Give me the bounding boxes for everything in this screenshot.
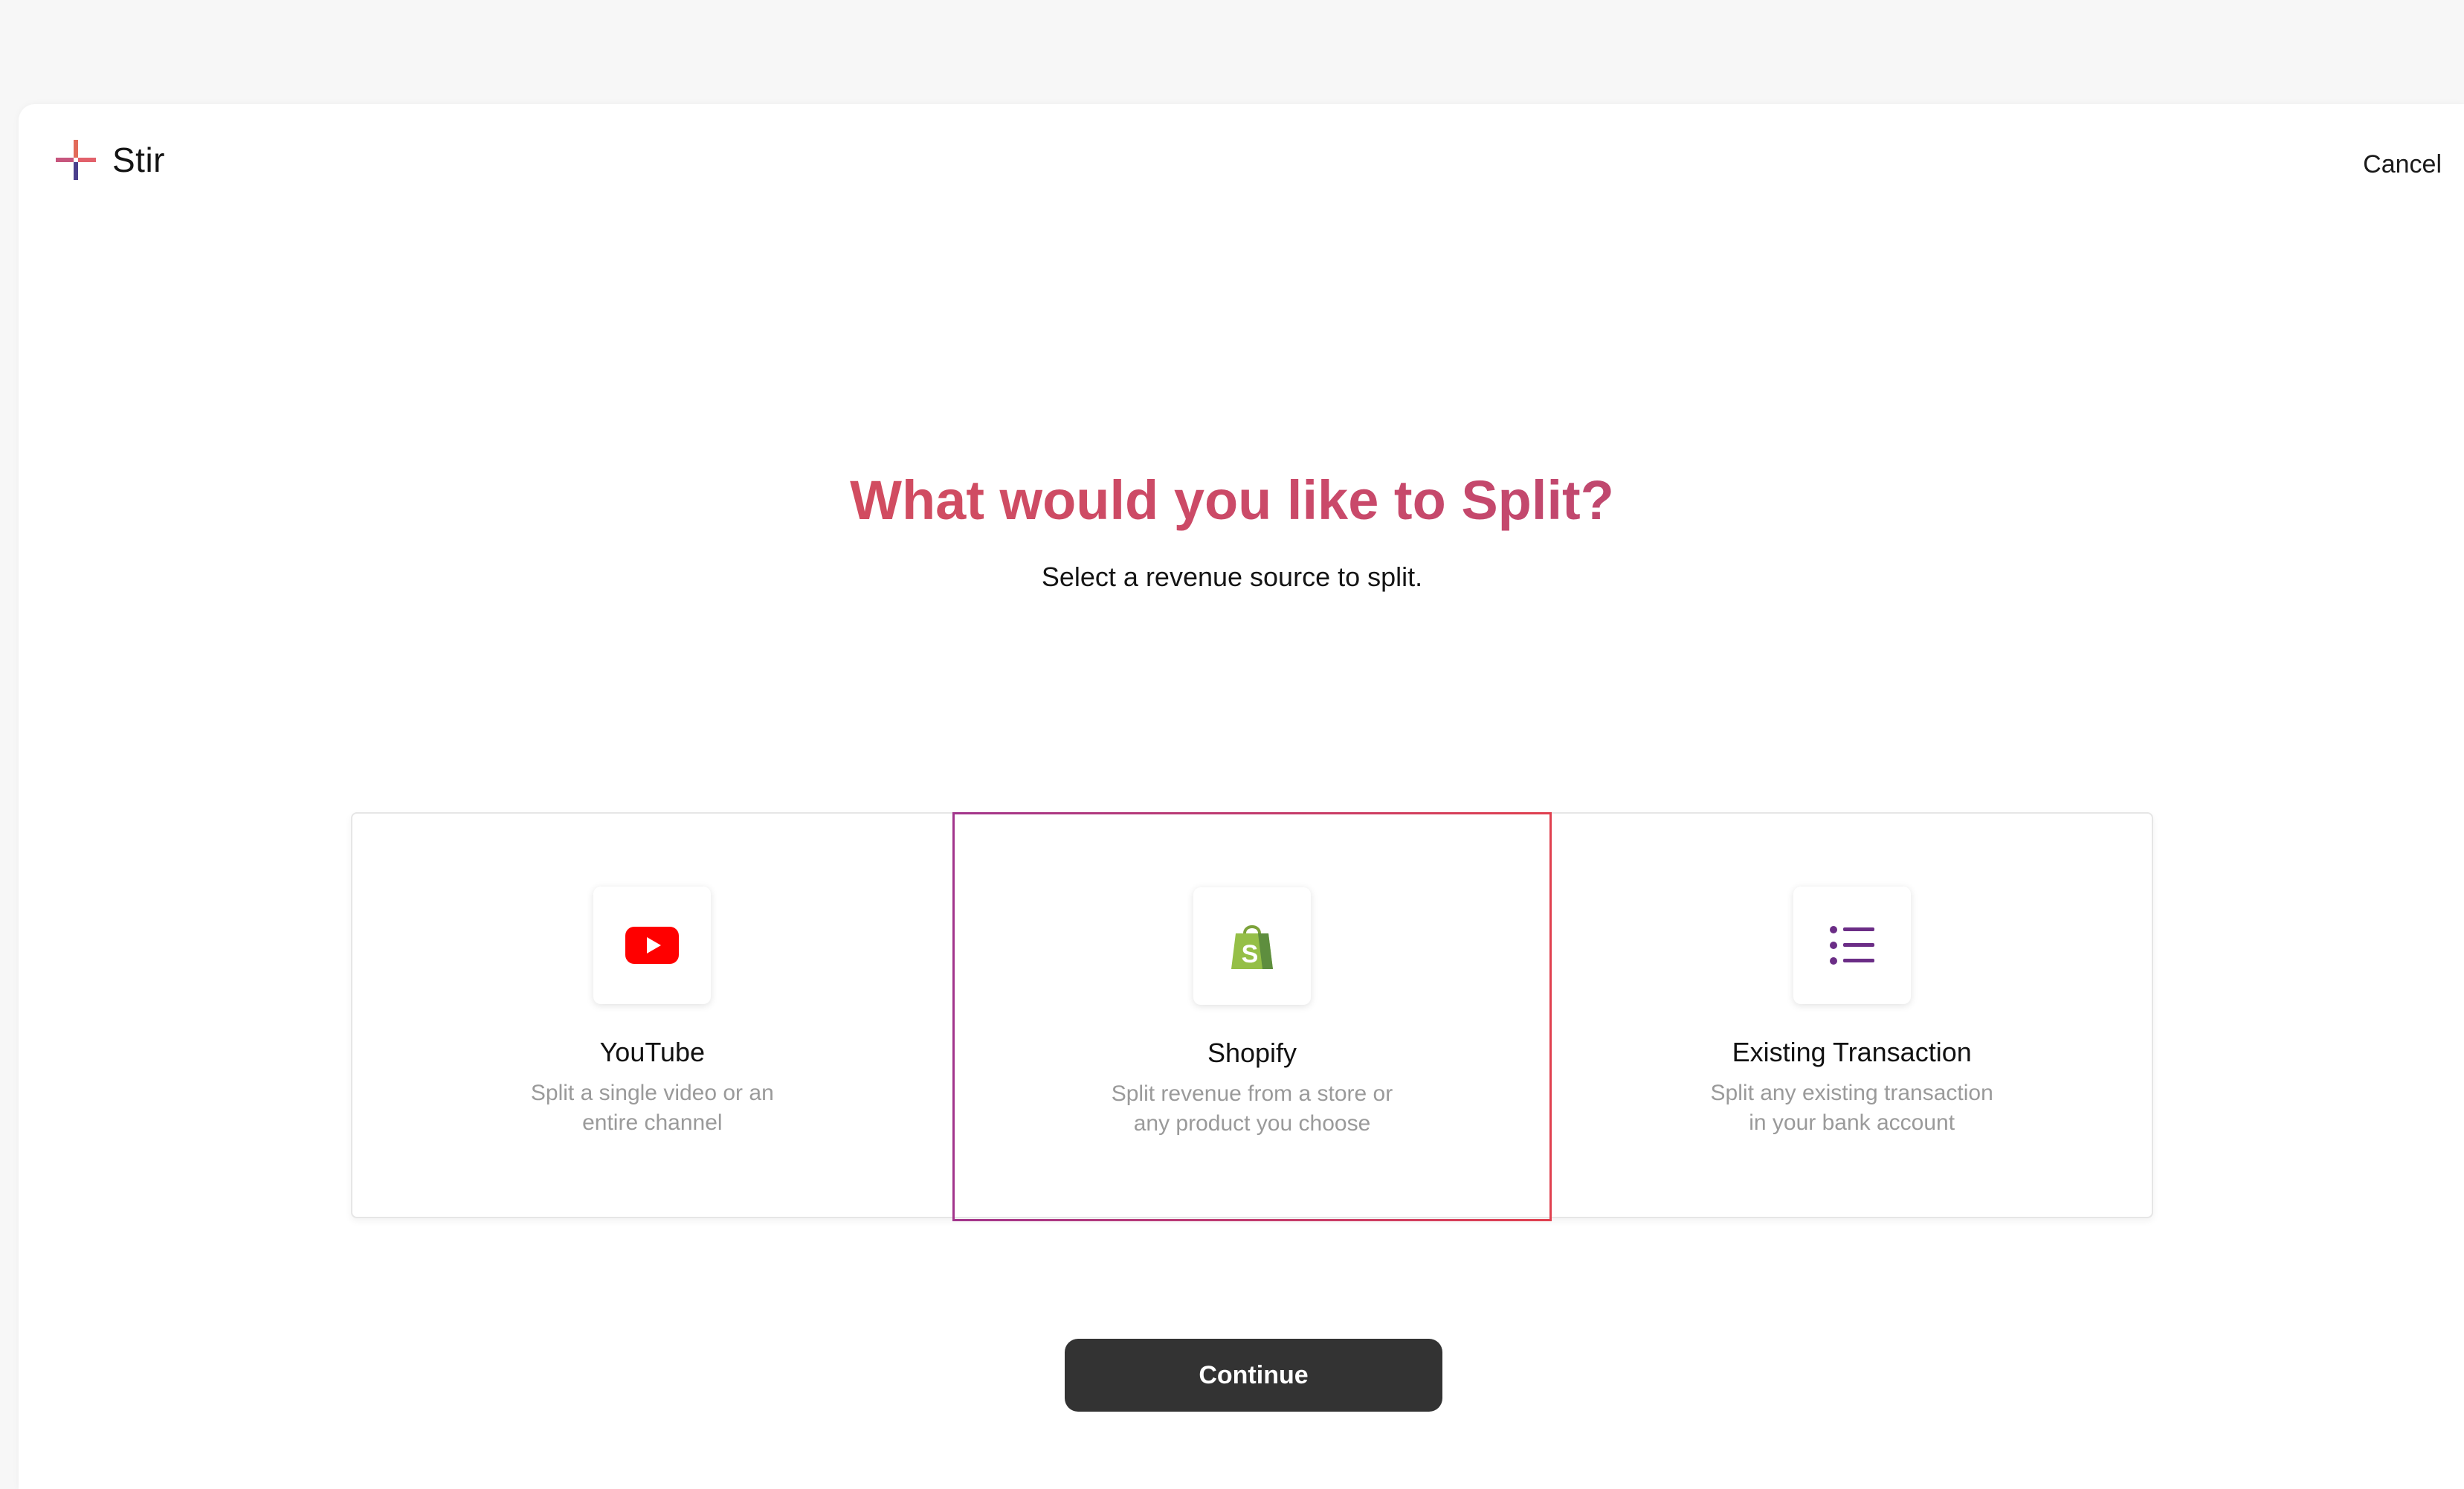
youtube-icon-box xyxy=(593,887,712,1004)
page-title: What would you like to Split? xyxy=(0,469,2464,532)
option-card-existing-transaction[interactable]: Existing Transaction Split any existing … xyxy=(1552,814,2152,1217)
option-description: Split any existing transaction in your b… xyxy=(1710,1081,1993,1135)
option-card-shopify[interactable]: S Shopify Split revenue from a store or … xyxy=(952,812,1552,1221)
shopify-icon-box: S xyxy=(1193,887,1311,1005)
youtube-icon xyxy=(625,927,680,964)
revenue-source-options: YouTube Split a single video or an entir… xyxy=(351,812,2153,1221)
svg-text:S: S xyxy=(1242,940,1259,968)
option-title: YouTube xyxy=(599,1037,706,1067)
continue-button[interactable]: Continue xyxy=(1065,1339,1442,1412)
option-card-youtube[interactable]: YouTube Split a single video or an entir… xyxy=(352,814,952,1217)
list-icon-box xyxy=(1793,887,1911,1004)
stir-logo-icon xyxy=(56,140,96,180)
option-description: Split revenue from a store or any produc… xyxy=(1111,1081,1393,1136)
stir-logo[interactable]: Stir xyxy=(56,140,165,180)
option-description: Split a single video or an entire channe… xyxy=(530,1081,774,1135)
page-subtitle: Select a revenue source to split. xyxy=(1041,562,1423,592)
shopify-icon: S xyxy=(1231,925,1273,969)
logo-text: Stir xyxy=(112,141,165,179)
cancel-button[interactable]: Cancel xyxy=(2363,150,2442,179)
app-window: Stir Cancel xyxy=(19,104,2464,1489)
option-title: Existing Transaction xyxy=(1732,1037,1972,1067)
option-title: Shopify xyxy=(1207,1038,1297,1068)
list-icon xyxy=(1829,926,1874,965)
